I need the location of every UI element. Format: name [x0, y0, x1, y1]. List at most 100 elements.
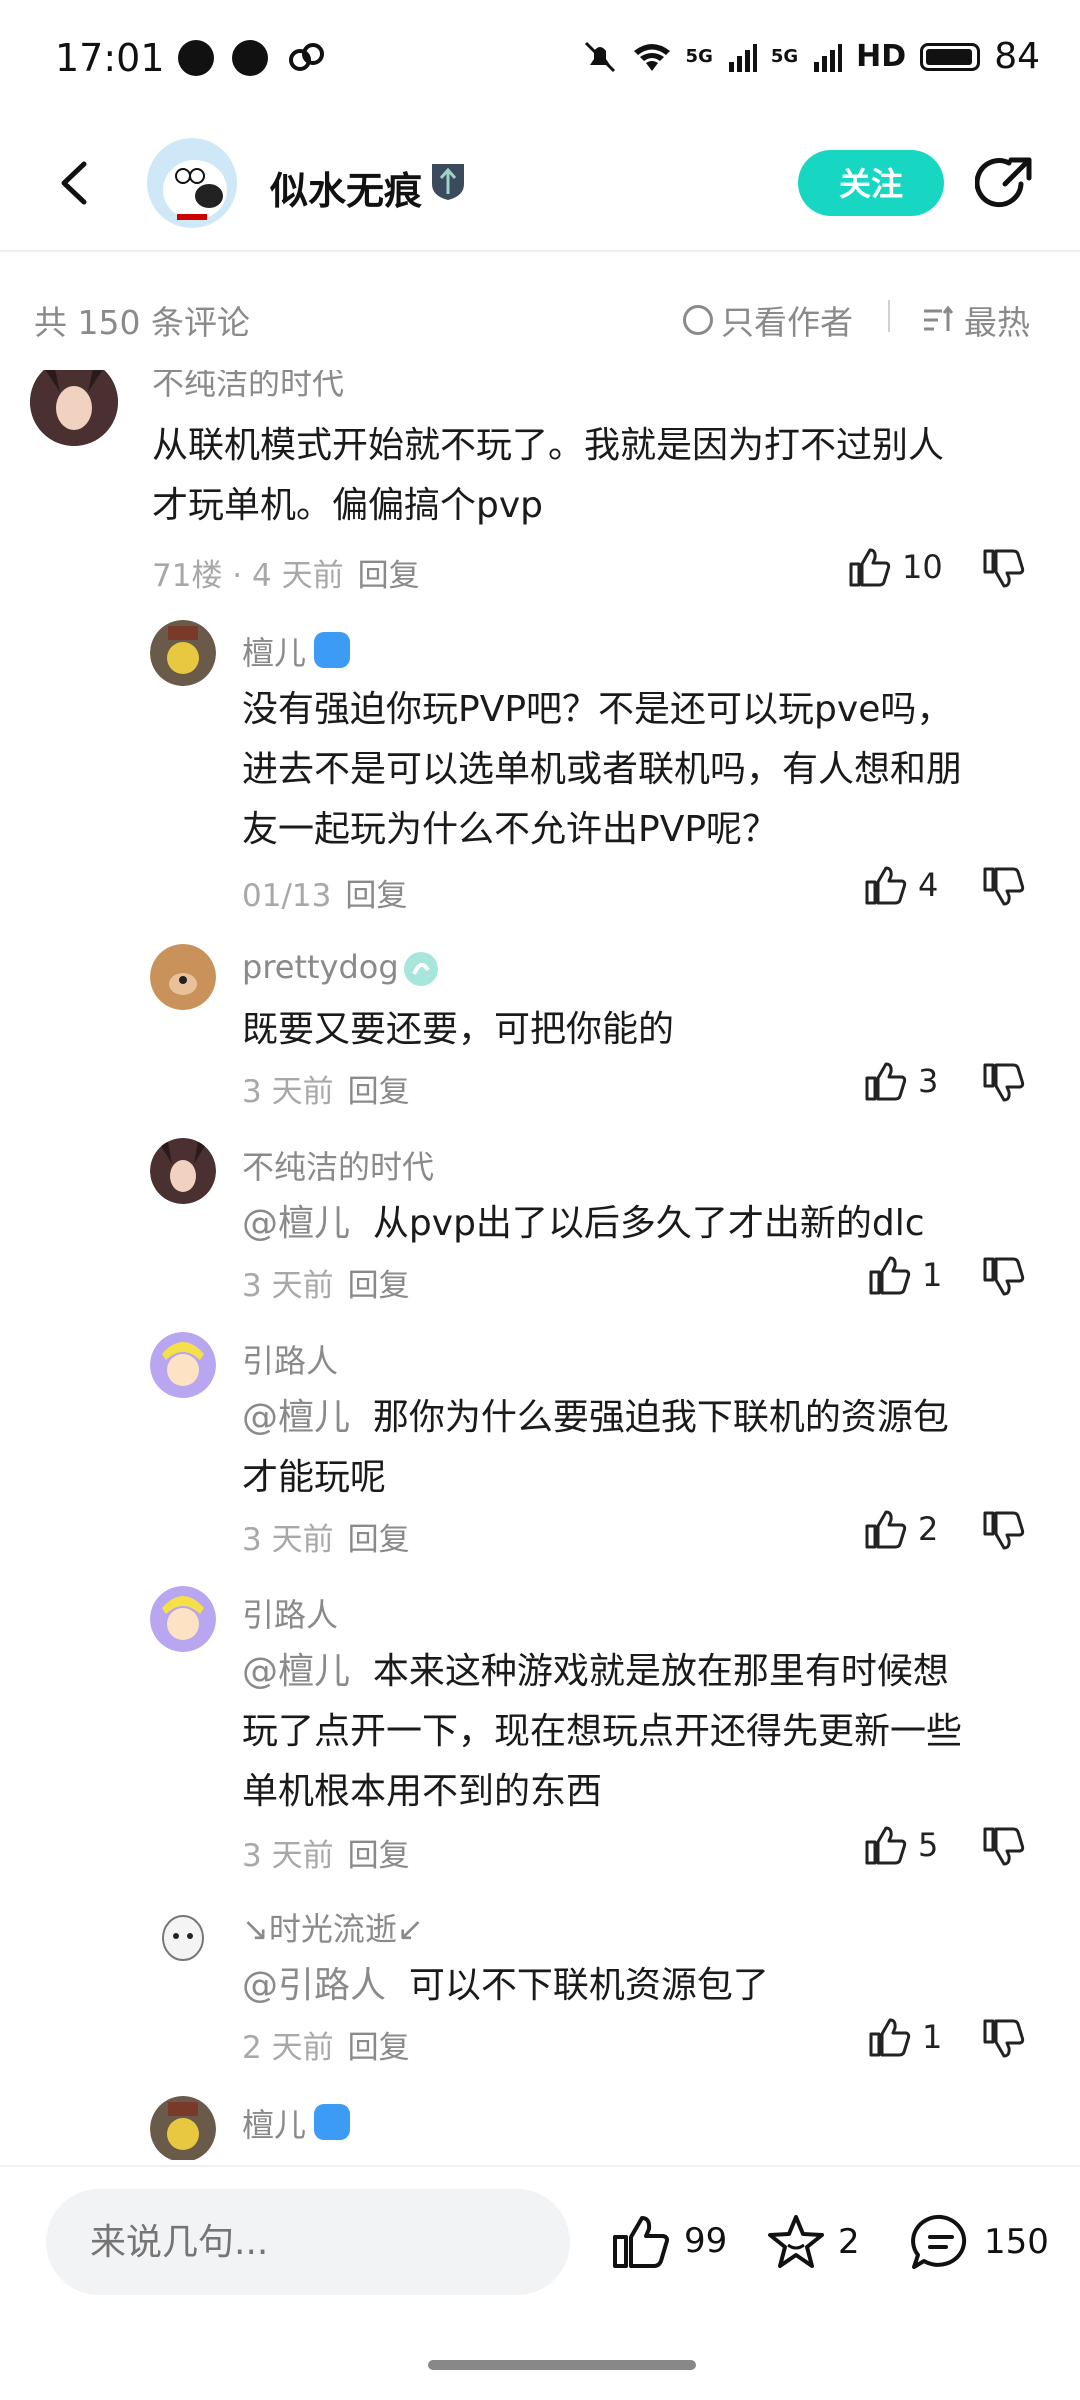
shield-badge-icon — [432, 164, 464, 200]
comment-text-line: 才玩单机。偏偏搞个pvp — [152, 485, 544, 526]
like-button[interactable]: 4 — [864, 864, 938, 906]
thumbs-down-icon[interactable] — [982, 1062, 1026, 1104]
comment-count: 共 150 条评论 — [34, 303, 250, 342]
comment-text: 既要又要还要，可把你能的 — [242, 1000, 674, 1060]
comment-filter-bar: 共 150 条评论 只看作者 最热 — [0, 260, 1080, 370]
reply-button[interactable]: 回复 — [348, 1074, 410, 1110]
avatar[interactable] — [150, 1586, 216, 1652]
favorite-button[interactable]: 2 — [766, 2213, 860, 2271]
mention[interactable]: @檀儿 — [242, 1203, 350, 1244]
reply-button[interactable]: 回复 — [348, 2030, 410, 2066]
network-label-2: 5G — [770, 46, 799, 67]
comment-time: 3 天前 — [242, 1074, 334, 1110]
comment-bubble-icon — [911, 2214, 967, 2269]
thumbs-up-icon — [865, 1510, 907, 1549]
comment-input[interactable] — [46, 2189, 570, 2295]
status-right: 5G 5G HD 84 — [582, 36, 1040, 77]
reply-button[interactable]: 回复 — [358, 558, 420, 594]
thumbs-up-icon — [869, 1256, 911, 1295]
comment-text-line: 友一起玩为什么不允许出PVP呢？ — [242, 809, 779, 850]
message-icon — [232, 40, 268, 76]
comment-meta: 3 天前 回复 — [242, 1066, 410, 1111]
hd-label: HD — [856, 39, 907, 74]
like-count: 10 — [902, 548, 943, 586]
like-button[interactable]: 5 — [864, 1824, 938, 1866]
avatar[interactable] — [30, 370, 118, 446]
comment-text-line: 才能玩呢 — [242, 1457, 387, 1498]
wifi-icon — [633, 43, 670, 71]
comment-text-line: 从联机模式开始就不玩了。我就是因为打不过别人 — [152, 425, 945, 466]
like-button[interactable]: 1 — [868, 2016, 942, 2058]
favorite-count: 2 — [838, 2222, 860, 2262]
sort-toggle[interactable]: 最热 — [922, 296, 1030, 344]
comment-text: 从联机模式开始就不玩了。我就是因为打不过别人 才玩单机。偏偏搞个pvp — [152, 416, 944, 536]
comment-text: @引路人 可以不下联机资源包了 — [242, 1956, 769, 2016]
thumbs-down-icon[interactable] — [982, 2018, 1026, 2060]
avatar[interactable] — [150, 944, 216, 1010]
signal-icon — [728, 43, 757, 72]
thumbs-down-icon[interactable] — [982, 866, 1026, 908]
mention[interactable]: @引路人 — [242, 1965, 386, 2006]
like-button[interactable]: 10 — [848, 546, 943, 588]
reply-button[interactable]: 回复 — [345, 878, 407, 914]
only-author-label: 只看作者 — [721, 303, 853, 342]
comment-meta: 2 天前 回复 — [242, 2022, 410, 2067]
game-badge-icon — [314, 2104, 350, 2140]
comment-author[interactable]: 引路人 — [242, 1590, 338, 1636]
avatar[interactable] — [150, 1332, 216, 1398]
status-bar: 17:01 5G 5G HD 84 — [0, 0, 1080, 120]
comment-text-line: 从pvp出了以后多久了才出新的dlc — [372, 1203, 925, 1244]
like-post-button[interactable]: 99 — [612, 2213, 727, 2269]
avatar[interactable] — [150, 2096, 216, 2160]
avatar[interactable] — [150, 620, 216, 686]
thumbs-down-icon[interactable] — [982, 1256, 1026, 1298]
comment-time: 2 天前 — [242, 2030, 334, 2066]
thumbs-down-icon[interactable] — [982, 1510, 1026, 1552]
bottom-action-bar: 99 2 150 — [0, 2165, 1080, 2327]
comment-text: @檀儿 那你为什么要强迫我下联机的资源包 才能玩呢 — [242, 1388, 949, 1508]
thumbs-up-icon — [865, 1826, 907, 1865]
link-icon — [289, 43, 324, 71]
thumbs-up-icon — [865, 1062, 907, 1101]
signal-icon-2 — [814, 43, 843, 72]
like-count: 5 — [918, 1826, 939, 1864]
reply-button[interactable]: 回复 — [348, 1522, 410, 1558]
comment-author[interactable]: ↘时光流逝↙ — [242, 1904, 424, 1950]
like-button[interactable]: 1 — [868, 1254, 942, 1296]
follow-button[interactable]: 关注 — [798, 150, 944, 216]
comment-text-line: 可以不下联机资源包了 — [408, 1965, 769, 2006]
author-avatar[interactable] — [147, 138, 237, 228]
like-count: 1 — [922, 2018, 943, 2056]
like-button[interactable]: 2 — [864, 1508, 938, 1550]
thumbs-down-icon[interactable] — [982, 548, 1026, 590]
like-count: 1 — [922, 1256, 943, 1294]
comment-meta: 3 天前 回复 — [242, 1514, 410, 1559]
thumbs-up-icon — [865, 866, 907, 905]
comments-button[interactable]: 150 — [910, 2213, 1049, 2271]
share-icon[interactable] — [975, 154, 1035, 214]
sort-label: 最热 — [964, 303, 1030, 342]
comment-time: 3 天前 — [242, 1268, 334, 1304]
avatar[interactable] — [150, 1138, 216, 1204]
comment-author[interactable]: prettydog — [242, 948, 399, 986]
comment-list: 不纯洁的时代 从联机模式开始就不玩了。我就是因为打不过别人 才玩单机。偏偏搞个p… — [0, 370, 1080, 2160]
mention[interactable]: @檀儿 — [242, 1397, 350, 1438]
avatar[interactable] — [150, 1902, 216, 1968]
mute-bell-icon — [584, 41, 615, 72]
battery-icon — [920, 42, 981, 71]
comment-text-line: 单机根本用不到的东西 — [242, 1771, 603, 1812]
comment-author[interactable]: 不纯洁的时代 — [152, 370, 344, 404]
reply-button[interactable]: 回复 — [348, 1838, 410, 1874]
comment-author[interactable]: 檀儿 — [242, 2100, 306, 2146]
home-indicator[interactable] — [428, 2360, 696, 2370]
reply-button[interactable]: 回复 — [348, 1268, 410, 1304]
comment-author[interactable]: 檀儿 — [242, 628, 306, 674]
like-button[interactable]: 3 — [864, 1060, 938, 1102]
only-author-toggle[interactable]: 只看作者 — [683, 296, 853, 344]
thumbs-down-icon[interactable] — [982, 1826, 1026, 1868]
back-arrow-icon[interactable] — [50, 158, 100, 208]
thumbs-up-icon — [869, 2018, 911, 2057]
comment-author[interactable]: 引路人 — [242, 1336, 338, 1382]
comment-author[interactable]: 不纯洁的时代 — [242, 1142, 434, 1188]
mention[interactable]: @檀儿 — [242, 1651, 350, 1692]
